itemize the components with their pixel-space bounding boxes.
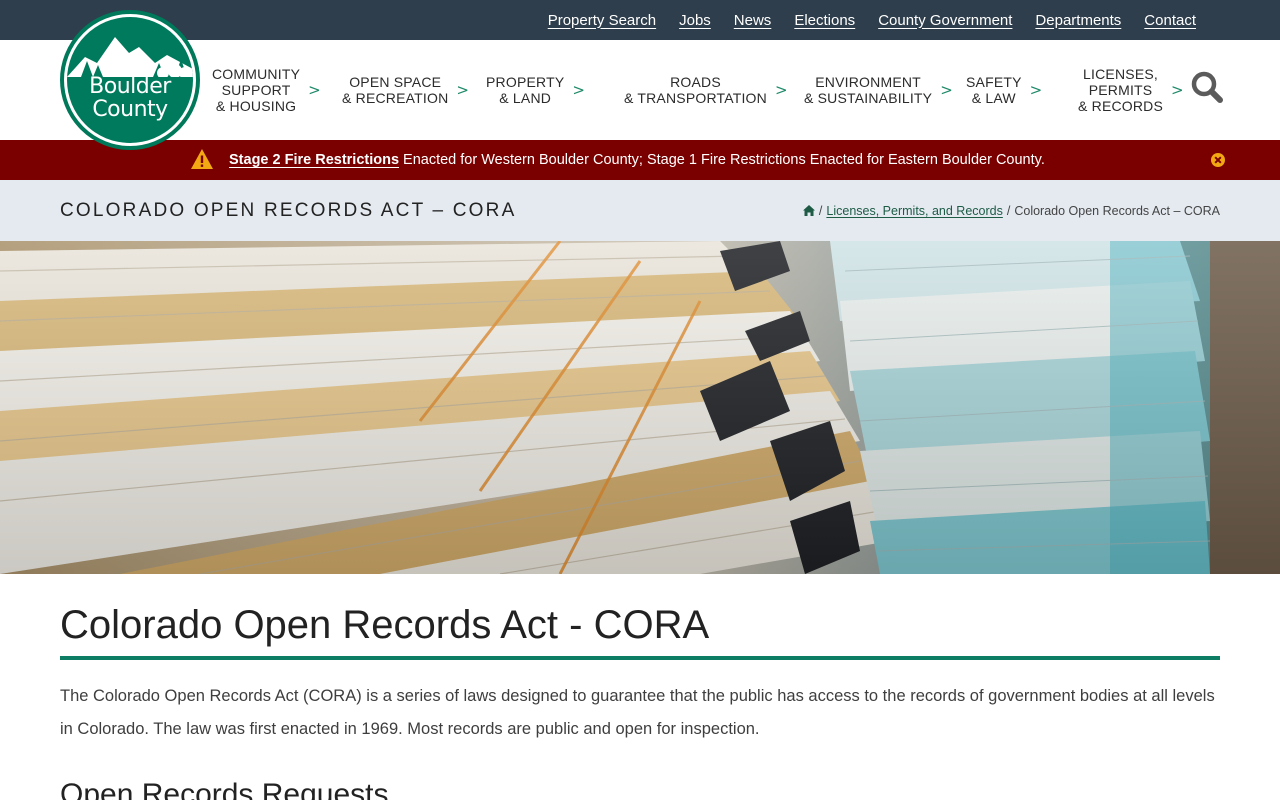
nav-label: COMMUNITY SUPPORT & HOUSING [212, 66, 300, 114]
nav-label: ENVIRONMENT & SUSTAINABILITY [804, 74, 932, 106]
utility-link-news[interactable]: News [734, 12, 772, 29]
band-title: COLORADO OPEN RECORDS ACT – CORA [60, 199, 517, 221]
fire-restriction-alert: Stage 2 Fire Restrictions Enacted for We… [0, 140, 1280, 180]
nav-label-line: SUPPORT [221, 82, 291, 98]
search-button[interactable] [1190, 70, 1224, 104]
nav-label-line: & TRANSPORTATION [624, 90, 767, 106]
chevron-right-icon: > [1029, 81, 1043, 99]
nav-label-line: PROPERTY [486, 74, 565, 90]
nav-item-property-land[interactable]: PROPERTY & LAND > [470, 40, 608, 140]
nav-label-line: & RECREATION [342, 90, 449, 106]
breadcrumb: / Licenses, Permits, and Records / Color… [802, 180, 1220, 241]
chevron-right-icon: > [308, 81, 321, 99]
nav-label-line: ENVIRONMENT [815, 74, 921, 90]
utility-link-property-search[interactable]: Property Search [548, 12, 656, 29]
logo-line-2: County [92, 97, 168, 122]
nav-label: OPEN SPACE & RECREATION [342, 74, 448, 106]
title-band: COLORADO OPEN RECORDS ACT – CORA / Licen… [0, 180, 1280, 241]
nav-label-line: LICENSES, [1083, 66, 1158, 82]
alert-text: Enacted for Western Boulder County; Stag… [403, 152, 1045, 168]
breadcrumb-current: Colorado Open Records Act – CORA [1014, 203, 1220, 218]
nav-label-line: COMMUNITY [212, 66, 301, 82]
alert-link[interactable]: Stage 2 Fire Restrictions [229, 152, 399, 168]
search-icon [1191, 71, 1223, 103]
nav-label-line: & HOUSING [215, 98, 297, 114]
nav-item-roads-transportation[interactable]: ROADS & TRANSPORTATION > [608, 40, 788, 140]
nav-item-open-space-recreation[interactable]: OPEN SPACE & RECREATION > [330, 40, 470, 140]
nav-label-line: & SUSTAINABILITY [804, 90, 933, 106]
utility-link-jobs[interactable]: Jobs [679, 12, 711, 29]
nav-item-safety-law[interactable]: SAFETY & LAW > [948, 40, 1050, 140]
chevron-right-icon: > [456, 81, 469, 99]
logo-line-1: Boulder [89, 74, 171, 99]
utility-link-departments[interactable]: Departments [1035, 12, 1121, 29]
page-title: Colorado Open Records Act - CORA [60, 602, 1220, 660]
alert-message: Stage 2 Fire Restrictions Enacted for We… [229, 140, 1045, 180]
nav-item-licenses-permits-records[interactable]: LICENSES, PERMITS & RECORDS > [1050, 40, 1184, 140]
close-icon[interactable] [1211, 153, 1225, 167]
nav-label-line: OPEN SPACE [349, 74, 442, 90]
nav-label-line: ROADS [670, 74, 721, 90]
nav-label: PROPERTY & LAND [486, 74, 564, 106]
nav-item-community-support-housing[interactable]: COMMUNITY SUPPORT & HOUSING > [212, 40, 330, 140]
logo-text: Boulder County [67, 75, 193, 121]
nav-label-line: SAFETY [966, 74, 1022, 90]
utility-link-contact[interactable]: Contact [1144, 12, 1196, 29]
nav-label-line: & LAW [971, 90, 1016, 106]
nav-label: LICENSES, PERMITS & RECORDS [1078, 66, 1163, 114]
intro-paragraph: The Colorado Open Records Act (CORA) is … [60, 687, 1215, 738]
utility-link-elections[interactable]: Elections [794, 12, 855, 29]
nav-item-environment-sustainability[interactable]: ENVIRONMENT & SUSTAINABILITY > [788, 40, 953, 140]
utility-nav: Property Search Jobs News Elections Coun… [548, 0, 1196, 40]
warning-icon [191, 149, 213, 169]
chevron-right-icon: > [774, 81, 788, 99]
logo-badge: Boulder County [67, 17, 193, 143]
nav-label-line: PERMITS [1088, 82, 1153, 98]
home-icon[interactable] [802, 205, 815, 216]
breadcrumb-separator: / [818, 203, 823, 218]
nav-label-line: & LAND [499, 90, 552, 106]
chevron-right-icon: > [1171, 81, 1184, 99]
utility-link-county-government[interactable]: County Government [878, 12, 1012, 29]
nav-label: SAFETY & LAW [966, 74, 1022, 106]
boulder-county-logo[interactable]: Boulder County [60, 10, 200, 150]
section-heading-open-records-requests: Open Records Requests [60, 778, 389, 800]
breadcrumb-separator: / [1006, 203, 1011, 218]
chevron-right-icon: > [572, 81, 585, 99]
main-content: Colorado Open Records Act - CORA The Col… [60, 574, 1220, 800]
mountain-trees-icon [67, 37, 193, 77]
breadcrumb-link-licenses[interactable]: Licenses, Permits, and Records [826, 204, 1002, 218]
hero-image [0, 241, 1280, 574]
main-nav: COMMUNITY SUPPORT & HOUSING > OPEN SPACE… [212, 40, 1184, 140]
file-stacks-photo [0, 241, 1280, 574]
nav-label: ROADS & TRANSPORTATION [624, 74, 767, 106]
nav-label-line: & RECORDS [1078, 98, 1164, 114]
